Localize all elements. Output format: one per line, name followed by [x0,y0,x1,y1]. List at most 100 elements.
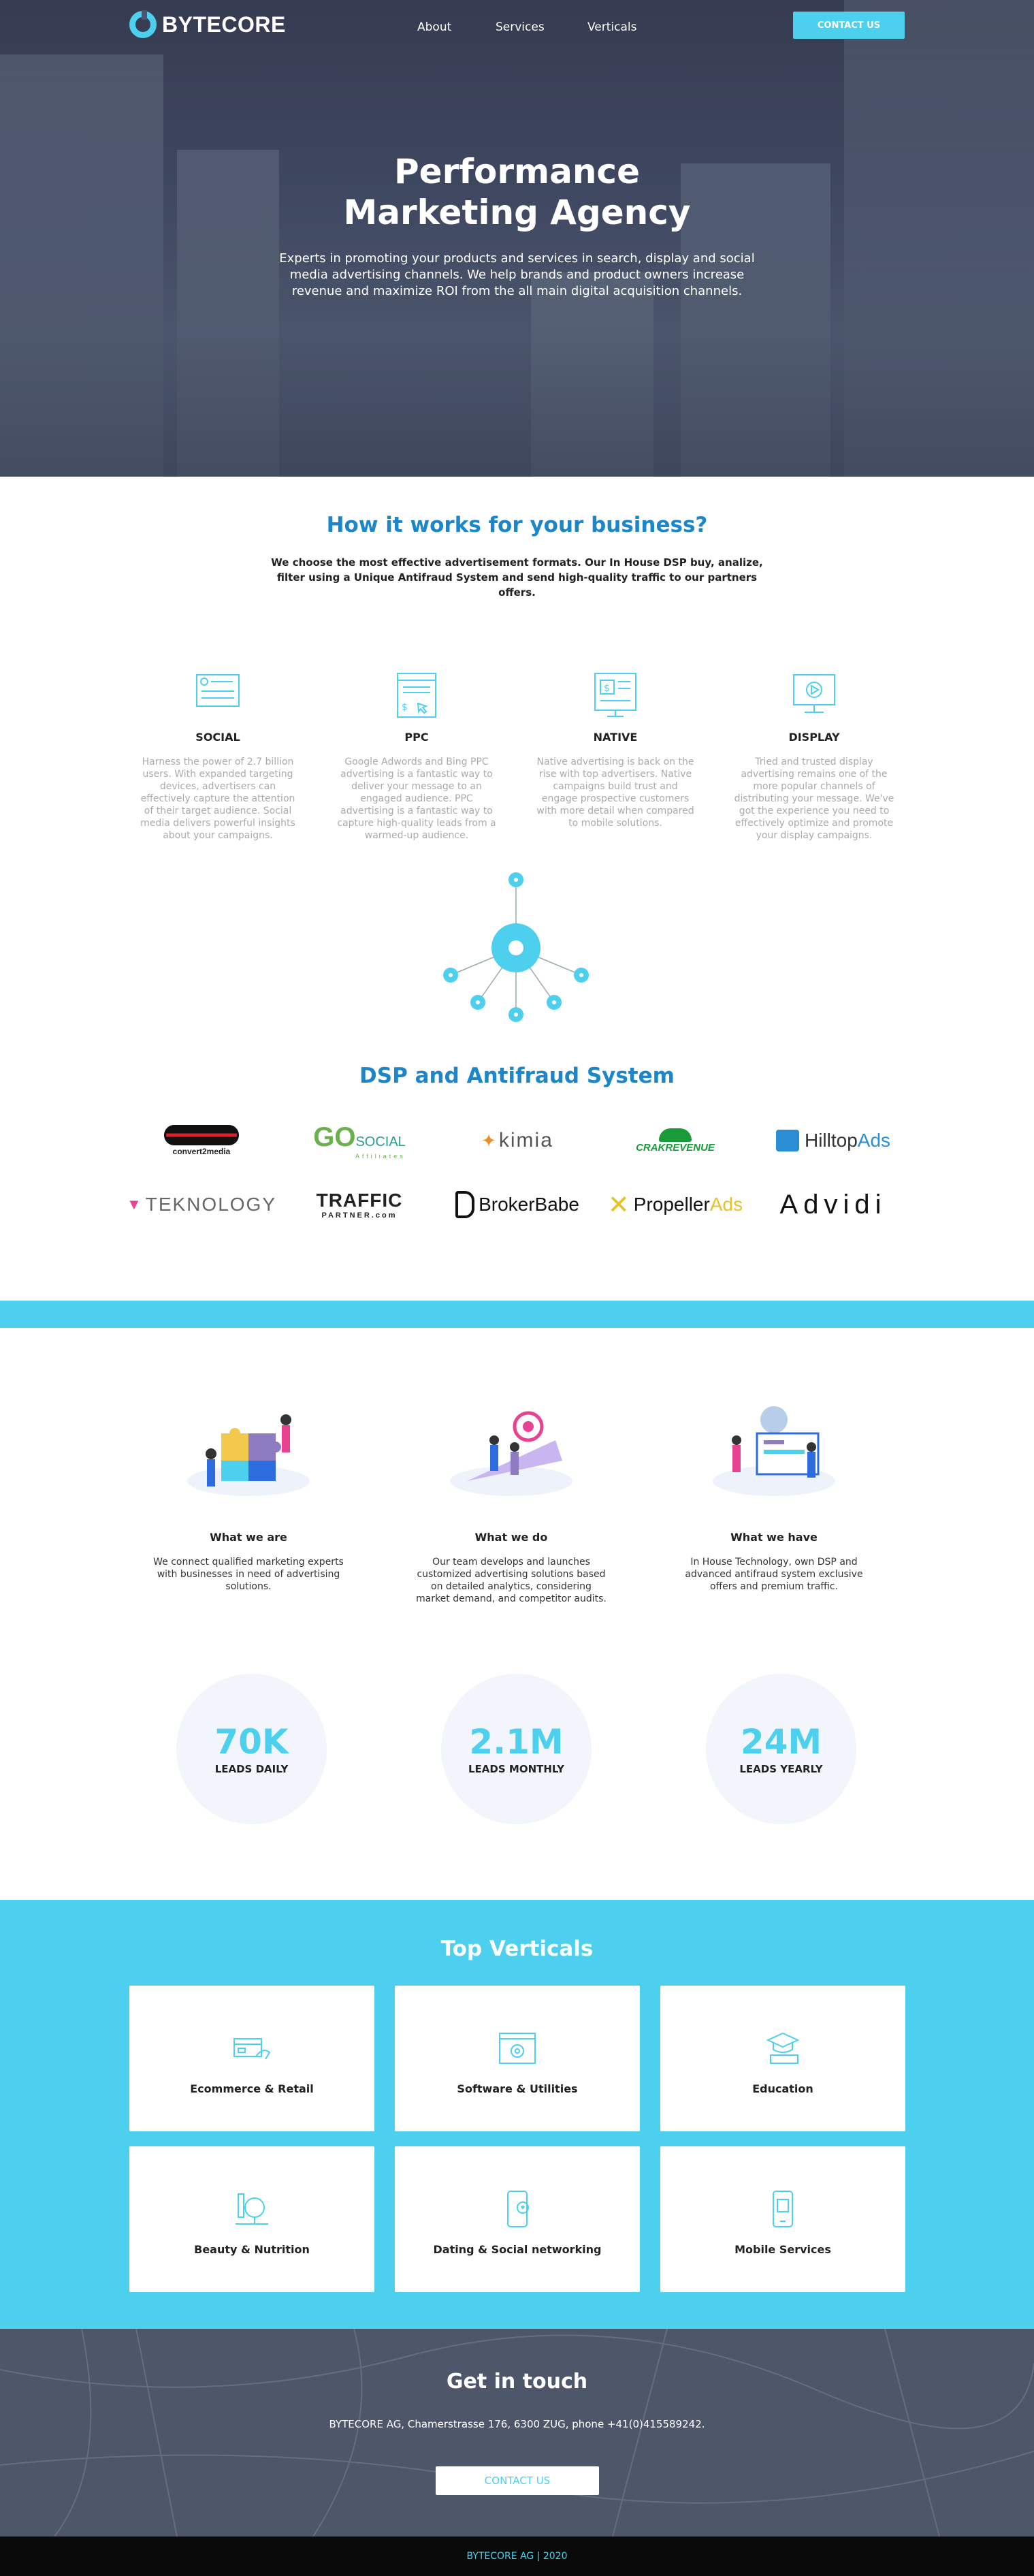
feature-title: SOCIAL [195,731,240,744]
vertical-card-ecommerce[interactable]: Ecommerce & Retail [129,1986,374,2131]
hero-section: BYTECORE About Services Verticals CONTAC… [0,0,1034,477]
vertical-label: Dating & Social networking [433,2243,602,2256]
svg-text:$: $ [604,683,610,694]
display-icon [732,671,896,720]
ppc-icon: $ [335,671,498,720]
feature-social: SOCIAL Harness the power of 2.7 billion … [136,671,300,842]
mobile-icon [762,2190,803,2228]
about-what-we-do: What we do Our team develops and launche… [413,1396,610,1605]
nav-link-about[interactable]: About [417,20,496,34]
site-footer: BYTECORE AG | 2020 [0,2537,1034,2576]
top-nav: BYTECORE About Services Verticals CONTAC… [0,0,1034,53]
logo-convert2media: convert2media [123,1121,280,1160]
about-what-we-are: What we are We connect qualified marketi… [150,1396,347,1605]
stat-value: 24M [740,1721,822,1762]
about-columns: What we are We connect qualified marketi… [150,1396,938,1605]
feature-title: NATIVE [593,731,638,744]
partner-logos: convert2media GOSOCIAL Affiliates ✦ kimia… [123,1121,912,1224]
puzzle-illustration [150,1396,347,1505]
footer-copyright: BYTECORE AG | 2020 [466,2551,568,2562]
vertical-label: Mobile Services [734,2243,831,2256]
vertical-card-education[interactable]: Education [660,1986,905,2131]
vertical-label: Ecommerce & Retail [190,2082,314,2095]
contact-title: Get in touch [446,2370,588,2394]
feature-text: Google Adwords and Bing PPC advertising … [337,757,496,841]
vertical-card-dating[interactable]: Dating & Social networking [395,2146,640,2292]
native-icon: $ [534,671,697,720]
logo-crakrevenue: CRAKREVENUE [596,1121,754,1160]
how-it-works-section: How it works for your business? We choos… [0,477,1034,1061]
nav-links: About Services Verticals [417,20,637,34]
logo-gosocial: GOSOCIAL Affiliates [313,1122,406,1160]
about-section: What we are We connect qualified marketi… [0,1328,1034,1900]
feature-display: DISPLAY Tried and trusted display advert… [732,671,896,842]
logo-teknology: ▼ TEKNOLOGY [126,1194,277,1215]
contact-us-footer-button[interactable]: CONTACT US [436,2466,599,2495]
vertical-card-mobile[interactable]: Mobile Services [660,2146,905,2292]
about-col-text: We connect qualified marketing experts w… [153,1557,344,1592]
mirror-icon [231,2190,272,2228]
logo-advidi: Advidi [779,1189,887,1220]
hero-subtitle: Experts in promoting your products and s… [279,251,755,298]
contact-address: BYTECORE AG, Chamerstrasse 176, 6300 ZUG… [329,2418,705,2430]
target-illustration [413,1396,610,1505]
about-col-title: What we do [474,1531,548,1544]
social-icon [136,671,300,720]
logo-propellerads: ✕ Propeller Ads [607,1190,743,1220]
phone-heart-icon [497,2190,538,2228]
hero-title: Performance Marketing Agency [0,151,1034,233]
browser-gear-icon [497,2029,538,2067]
vertical-label: Education [752,2082,813,2095]
stat-leads-daily: 70K LEADS DAILY [176,1674,327,1824]
verticals-grid: Ecommerce & Retail Software & Utilities … [129,1986,905,2292]
features-row: SOCIAL Harness the power of 2.7 billion … [136,671,931,842]
logo-icon [129,10,157,38]
stat-label: LEADS MONTHLY [468,1762,564,1775]
hero-title-line2: Marketing Agency [343,193,691,232]
stat-value: 70K [214,1721,289,1762]
accent-divider [0,1301,1034,1328]
network-diagram [436,866,599,1032]
hero-content: Performance Marketing Agency Experts in … [0,151,1034,300]
feature-ppc: $ PPC Google Adwords and Bing PPC advert… [335,671,498,842]
vertical-label: Beauty & Nutrition [194,2243,310,2256]
vertical-card-software[interactable]: Software & Utilities [395,1986,640,2131]
feature-text: Native advertising is back on the rise w… [536,757,694,829]
logo-traffic-partner: TRAFFIC PARTNER.com [316,1190,403,1220]
contact-us-button[interactable]: CONTACT US [793,12,905,39]
about-col-text: In House Technology, own DSP and advance… [685,1557,863,1592]
about-col-title: What we have [730,1531,818,1544]
about-what-we-have: What we have In House Technology, own DS… [675,1396,873,1605]
logo-hilltopads: Hilltop Ads [754,1121,912,1160]
site-logo[interactable]: BYTECORE [129,10,286,38]
stat-label: LEADS DAILY [214,1762,289,1775]
vertical-label: Software & Utilities [457,2082,578,2095]
hero-title-line1: Performance [394,152,640,191]
how-lead: We choose the most effective advertiseme… [271,556,763,599]
card-icon [231,2029,272,2067]
feature-text: Tried and trusted display advertising re… [734,757,894,841]
logo-kimia: ✦ kimia [481,1129,553,1151]
nav-link-verticals[interactable]: Verticals [587,20,637,34]
verticals-section: Top Verticals Ecommerce & Retail Softwar… [0,1900,1034,2329]
verticals-title: Top Verticals [440,1937,594,1961]
stat-leads-monthly: 2.1M LEADS MONTHLY [441,1674,592,1824]
graduation-cap-icon [762,2029,803,2067]
nav-link-services[interactable]: Services [496,20,587,34]
vertical-card-beauty[interactable]: Beauty & Nutrition [129,2146,374,2292]
stat-leads-yearly: 24M LEADS YEARLY [706,1674,856,1824]
stats-row: 70K LEADS DAILY 2.1M LEADS MONTHLY 24M L… [176,1674,856,1824]
about-col-text: Our team develops and launches customize… [416,1557,607,1604]
dashboard-illustration [675,1396,873,1505]
dsp-title: DSP and Antifraud System [359,1064,675,1088]
feature-text: Harness the power of 2.7 billion users. … [140,757,295,841]
dsp-section: DSP and Antifraud System convert2media G… [0,1061,1034,1301]
feature-native: $ NATIVE Native advertising is back on t… [534,671,697,842]
stat-value: 2.1M [469,1721,564,1762]
contact-section: Get in touch BYTECORE AG, Chamerstrasse … [0,2329,1034,2537]
about-col-title: What we are [210,1531,287,1544]
logo-brokerbabe: BrokerBabe [438,1185,596,1224]
logo-text: BYTECORE [162,12,286,37]
feature-title: DISPLAY [788,731,840,744]
how-title: How it works for your business? [326,513,708,537]
